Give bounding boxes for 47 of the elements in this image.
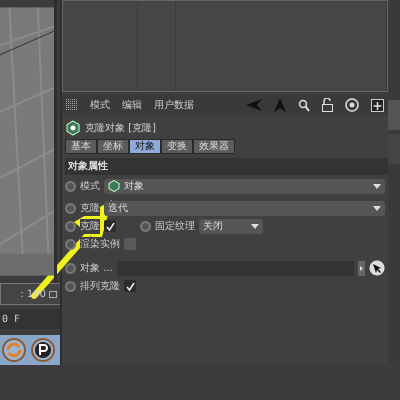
cloner-icon bbox=[65, 120, 81, 136]
grip-icon bbox=[66, 99, 78, 111]
dropdown[interactable]: 对象 bbox=[104, 178, 385, 194]
dropdown-value: 对象 bbox=[124, 180, 144, 194]
checkbox[interactable] bbox=[104, 220, 116, 232]
dropdown[interactable]: 迭代 bbox=[104, 200, 385, 216]
tab[interactable]: 变换 bbox=[161, 139, 193, 154]
caret-icon bbox=[373, 184, 381, 188]
tab[interactable]: 坐标 bbox=[97, 139, 129, 154]
field-label: 对象 ... bbox=[80, 260, 113, 276]
field-label: 模式 bbox=[80, 178, 100, 194]
radio-button[interactable] bbox=[65, 262, 76, 274]
field-label: 排列克隆 bbox=[80, 278, 120, 294]
parking-icon[interactable] bbox=[30, 337, 56, 363]
frame-field[interactable]: 0 F bbox=[0, 309, 60, 329]
radio-button[interactable] bbox=[65, 202, 76, 214]
field-label: 克隆 bbox=[80, 218, 100, 234]
menu-item[interactable]: 模式 bbox=[90, 98, 110, 112]
tab[interactable]: 基本 bbox=[65, 139, 97, 154]
section-title: 对象属性 bbox=[65, 158, 388, 175]
radio-button[interactable] bbox=[65, 180, 76, 192]
field-label: 固定纹理 bbox=[155, 218, 195, 234]
field-label: 渲染实例 bbox=[80, 236, 120, 252]
add-panel-icon[interactable] bbox=[371, 98, 384, 112]
target-icon[interactable] bbox=[345, 98, 359, 112]
dropdown-value: 迭代 bbox=[108, 202, 128, 216]
dropdown[interactable]: 关闭 bbox=[199, 218, 263, 234]
tab[interactable]: 效果器 bbox=[193, 139, 235, 154]
checkbox[interactable] bbox=[124, 280, 136, 292]
frame-icon bbox=[49, 290, 57, 298]
menu-item[interactable]: 用户数据 bbox=[154, 98, 194, 112]
object-title: 克隆对象 [克隆] bbox=[85, 122, 156, 136]
dropdown-value: 关闭 bbox=[203, 220, 223, 234]
radio-button[interactable] bbox=[140, 220, 151, 232]
radio-button[interactable] bbox=[65, 220, 76, 232]
radio-button[interactable] bbox=[65, 280, 76, 292]
field-label: 克隆 bbox=[80, 200, 100, 216]
pick-cursor-icon[interactable] bbox=[369, 260, 385, 276]
menu-item[interactable]: 编辑 bbox=[122, 98, 142, 112]
caret-icon bbox=[373, 206, 381, 210]
search-icon[interactable] bbox=[298, 98, 310, 112]
lock-icon[interactable] bbox=[322, 98, 333, 112]
checkbox[interactable] bbox=[124, 238, 136, 250]
tab[interactable]: 对象 bbox=[129, 139, 161, 154]
cloner-icon bbox=[108, 180, 120, 192]
caret-icon bbox=[251, 224, 259, 228]
radio-button[interactable] bbox=[65, 238, 76, 250]
